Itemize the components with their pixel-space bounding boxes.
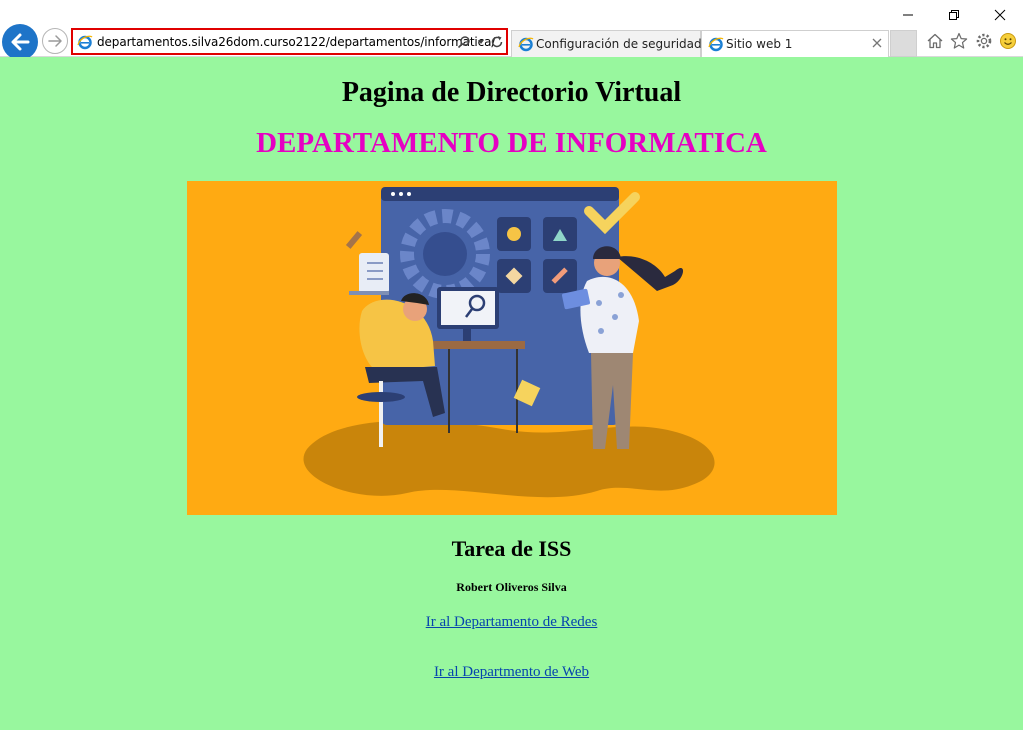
web-page: Pagina de Directorio Virtual DEPARTAMENT… xyxy=(0,57,1023,730)
close-tab-icon[interactable] xyxy=(870,36,884,50)
address-url[interactable]: departamentos.silva26dom.curso2122/depar… xyxy=(97,35,495,49)
link-row-redes: Ir al Departamento de Redes xyxy=(0,614,1023,631)
forward-button[interactable] xyxy=(42,28,68,54)
favorites-star-icon[interactable] xyxy=(949,31,969,51)
search-icon[interactable] xyxy=(456,34,472,50)
link-row-web: Ir al Departmento de Web xyxy=(0,664,1023,681)
ie-logo-icon xyxy=(77,34,93,55)
back-arrow-icon xyxy=(11,33,30,51)
link-departamento-web[interactable]: Ir al Departmento de Web xyxy=(434,664,589,680)
assignment-heading: Tarea de ISS xyxy=(451,536,572,561)
forward-arrow-icon xyxy=(48,35,62,47)
settings-gear-icon[interactable] xyxy=(974,31,994,51)
new-tab-button[interactable] xyxy=(890,30,917,57)
dropdown-icon[interactable] xyxy=(473,34,489,50)
tab-security-settings[interactable]: Configuración de seguridad ... xyxy=(511,30,717,57)
address-bar[interactable]: departamentos.silva26dom.curso2122/depar… xyxy=(71,28,508,55)
back-button[interactable] xyxy=(2,24,38,60)
feedback-smiley-icon[interactable] xyxy=(998,31,1018,51)
close-window-icon[interactable] xyxy=(977,0,1023,30)
department-heading: DEPARTAMENTO DE INFORMATICA xyxy=(256,127,767,159)
link-departamento-redes[interactable]: Ir al Departamento de Redes xyxy=(426,614,598,630)
home-icon[interactable] xyxy=(925,31,945,51)
page-title: Pagina de Directorio Virtual xyxy=(341,77,682,108)
ie-logo-icon xyxy=(518,36,534,57)
author-name: Robert Oliveros Silva xyxy=(456,580,567,594)
ie-logo-icon xyxy=(708,36,724,57)
tab-label: Sitio web 1 xyxy=(726,37,793,51)
title-bar xyxy=(0,0,1023,30)
refresh-icon[interactable] xyxy=(489,34,505,50)
tab-label: Configuración de seguridad ... xyxy=(536,37,717,51)
maximize-icon[interactable] xyxy=(931,0,977,30)
minimize-icon[interactable] xyxy=(885,0,931,30)
hero-illustration xyxy=(187,181,837,515)
tab-sitio-web[interactable]: Sitio web 1 xyxy=(701,30,889,57)
